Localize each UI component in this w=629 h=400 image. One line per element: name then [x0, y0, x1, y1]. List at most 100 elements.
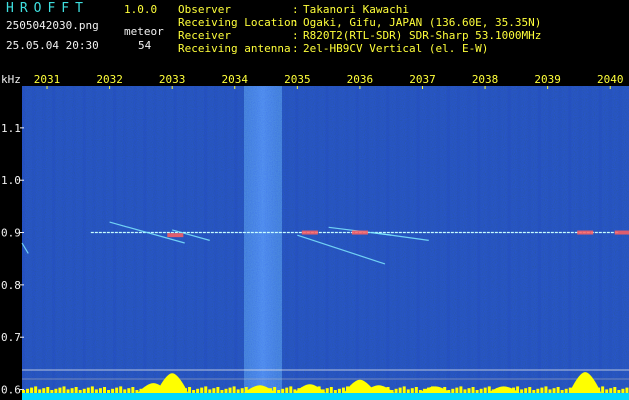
receiver-value: R820T2(RTL-SDR) SDR-Sharp 53.1000MHz: [303, 29, 542, 42]
activity-bar: [208, 389, 212, 393]
time-stripe: [123, 86, 127, 400]
activity-bar: [196, 388, 200, 393]
time-stripe: [92, 86, 96, 400]
time-stripe: [72, 86, 76, 400]
app-version: 1.0.0: [124, 3, 158, 16]
time-stripe: [487, 86, 491, 400]
activity-bar: [524, 388, 528, 393]
time-stripe: [285, 86, 289, 400]
time-stripe: [457, 86, 461, 400]
file-name: 2505042030.png: [6, 19, 99, 32]
activity-bar: [289, 386, 293, 393]
x-tick-label: 2034: [222, 74, 249, 86]
activity-bar: [192, 390, 196, 393]
time-stripe: [386, 86, 390, 400]
time-stripe: [335, 86, 339, 400]
y-tick-label: 0.8: [1, 279, 21, 292]
time-stripe: [82, 86, 86, 400]
activity-bar: [532, 390, 536, 393]
time-stripe: [578, 86, 582, 400]
app-title: HROFFT: [6, 1, 89, 16]
activity-bar: [471, 387, 475, 393]
activity-bar: [544, 386, 548, 393]
time-stripe: [497, 86, 501, 400]
activity-baseline: [22, 393, 629, 400]
time-stripe: [305, 86, 309, 400]
activity-bar: [277, 390, 281, 393]
activity-bar: [119, 386, 123, 393]
activity-bar: [406, 389, 410, 393]
time-stripe: [173, 86, 177, 400]
time-stripe: [295, 86, 299, 400]
activity-bar: [90, 386, 94, 393]
activity-bar: [621, 388, 625, 393]
activity-bar: [625, 387, 629, 393]
time-stripe: [325, 86, 329, 400]
activity-bar: [66, 389, 70, 393]
activity-bar: [528, 387, 532, 393]
activity-bar: [22, 390, 25, 393]
time-stripe: [507, 86, 511, 400]
activity-bar: [617, 390, 621, 393]
activity-bar: [613, 387, 617, 393]
activity-bar: [188, 387, 192, 393]
activity-bar: [200, 387, 204, 393]
activity-bar: [479, 388, 483, 393]
receiver-colon: :: [292, 29, 299, 42]
activity-bar: [341, 387, 345, 393]
meteor-burst: [301, 230, 318, 235]
activity-bar: [224, 388, 228, 393]
activity-bar: [520, 389, 524, 393]
x-tick-label: 2036: [347, 74, 374, 86]
location-value: Ogaki, Gifu, JAPAN (136.60E, 35.35N): [303, 16, 542, 29]
activity-bar: [536, 388, 540, 393]
time-stripe: [588, 86, 592, 400]
x-tick-label: 2039: [534, 74, 561, 86]
time-stripe: [598, 86, 602, 400]
time-stripe: [224, 86, 228, 400]
y-tick-label: 0.9: [1, 227, 21, 240]
time-stripe: [234, 86, 238, 400]
activity-bar: [467, 388, 471, 393]
x-tick-label: 2040: [597, 74, 624, 86]
activity-bar: [605, 389, 609, 393]
activity-bar: [103, 387, 106, 393]
time-stripe: [204, 86, 208, 400]
time-stripe: [548, 86, 552, 400]
activity-bar: [204, 386, 208, 393]
time-stripe: [315, 86, 319, 400]
meteor-burst: [577, 230, 594, 235]
x-tick-label: 2035: [284, 74, 311, 86]
y-tick-label: 1.0: [1, 174, 21, 187]
meteor-burst: [351, 230, 368, 235]
x-tick-label: 2037: [409, 74, 436, 86]
time-stripe: [102, 86, 106, 400]
time-stripe: [517, 86, 521, 400]
activity-bar: [398, 387, 402, 393]
time-stripe: [477, 86, 481, 400]
activity-bar: [30, 387, 34, 393]
time-stripe: [214, 86, 218, 400]
activity-bar: [240, 388, 244, 393]
capture-time: 25.05.04 20:30: [6, 39, 99, 52]
activity-bar: [107, 390, 111, 393]
activity-bar: [410, 388, 414, 393]
antenna-key: Receiving antenna: [178, 42, 291, 55]
time-stripe: [163, 86, 167, 400]
activity-bar: [62, 386, 66, 393]
receiver-key: Receiver: [178, 29, 231, 42]
time-stripe: [365, 86, 369, 400]
activity-bar: [34, 386, 38, 393]
activity-bar: [78, 390, 82, 393]
activity-bar: [86, 387, 90, 393]
meteor-burst: [167, 233, 184, 238]
activity-bar: [26, 388, 30, 393]
time-stripe: [426, 86, 430, 400]
time-stripe: [537, 86, 541, 400]
spectrogram: 2031 2032 2033 2034 2035 2036 2037 2038 2039 2040…: [1, 74, 629, 400]
y-tick-labels: 1.1 1.0 0.9 0.8 0.7 0.6: [1, 122, 24, 397]
activity-bar: [337, 388, 341, 393]
activity-bar: [394, 388, 398, 393]
activity-bar: [70, 388, 74, 393]
activity-bar: [475, 390, 479, 393]
